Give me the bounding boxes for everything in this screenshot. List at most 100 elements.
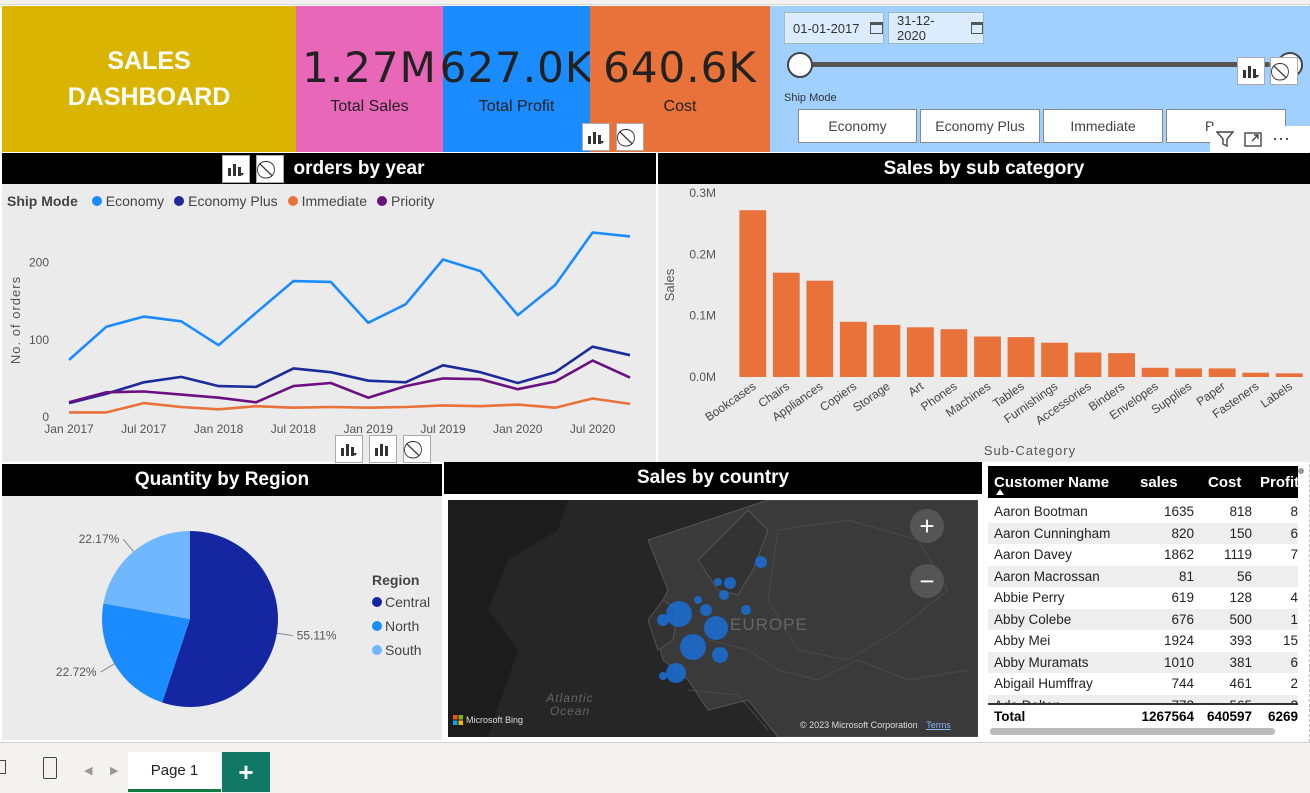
cell-profit: 15 bbox=[1282, 633, 1298, 649]
bar-machines bbox=[974, 336, 1001, 377]
total-profit-card[interactable]: 627.0K Total Profit bbox=[440, 6, 592, 152]
more-options-icon[interactable]: ⋯ bbox=[1272, 129, 1291, 150]
calendar-icon[interactable] bbox=[970, 22, 983, 34]
date-slider-start-handle[interactable] bbox=[787, 52, 813, 78]
map-bubble bbox=[659, 672, 667, 680]
table-body: Aaron Bootman 1635 818 8 Aaron Cunningham 820… bbox=[988, 501, 1298, 716]
sales-map[interactable]: EUROPE Atlantic Ocean + − Microsoft Bing… bbox=[448, 500, 978, 737]
ship-mode-immediate[interactable]: Immediate bbox=[1043, 109, 1163, 143]
sort-ascending-icon[interactable] bbox=[996, 489, 1004, 495]
header-sales[interactable]: sales bbox=[1136, 474, 1200, 491]
x-tick-label: Bookcases bbox=[702, 379, 758, 424]
terms-link[interactable]: Terms bbox=[926, 720, 951, 730]
map-bubble bbox=[704, 616, 728, 640]
ship-mode-slicer-title: Ship Mode bbox=[784, 92, 837, 104]
drill-icon[interactable] bbox=[222, 155, 250, 183]
next-page-icon[interactable]: ▶ bbox=[110, 764, 118, 777]
drill-icon[interactable] bbox=[1237, 57, 1265, 85]
cell-customer-name: Aaron Macrossan bbox=[994, 568, 1100, 584]
x-tick-label: Copiers bbox=[817, 379, 859, 414]
legend-item-south[interactable]: South bbox=[372, 642, 430, 658]
ship-mode-economy[interactable]: Economy bbox=[798, 109, 917, 143]
cell-cost: 56 bbox=[1236, 568, 1252, 584]
legend-item-north[interactable]: North bbox=[372, 618, 430, 634]
table-row[interactable]: Abby Muramats 1010 381 6 bbox=[988, 651, 1298, 673]
calendar-icon[interactable] bbox=[869, 22, 883, 34]
cell-cost: 128 bbox=[1229, 590, 1252, 606]
x-tick-label: Jan 2019 bbox=[344, 422, 394, 436]
cell-sales: 820 bbox=[1171, 525, 1194, 541]
mobile-view-icon[interactable] bbox=[43, 757, 57, 779]
total-sales-value: 1.27M bbox=[302, 42, 437, 92]
map-bubble bbox=[680, 634, 706, 660]
prev-page-icon[interactable]: ◀ bbox=[84, 764, 92, 777]
cell-profit: 1 bbox=[1290, 611, 1298, 627]
cell-cost: 818 bbox=[1229, 504, 1252, 520]
y-tick-label: 200 bbox=[29, 256, 49, 270]
table-row[interactable]: Abbie Perry 619 128 4 bbox=[988, 587, 1298, 609]
filter-icon[interactable] bbox=[1216, 130, 1234, 148]
cell-profit: 6 bbox=[1290, 525, 1298, 541]
zoom-out-button[interactable]: − bbox=[910, 564, 944, 598]
date-slider-track[interactable] bbox=[800, 62, 1270, 67]
end-date-input[interactable]: 31-12-2020 bbox=[888, 12, 984, 44]
map-ocean-label: Atlantic Ocean bbox=[546, 691, 594, 718]
table-row[interactable]: Aaron Bootman 1635 818 8 bbox=[988, 501, 1298, 523]
table-row[interactable]: Abby Mei 1924 393 15 bbox=[988, 630, 1298, 652]
legend-north-label: North bbox=[385, 618, 420, 634]
total-sales-card[interactable]: 1.27M Total Sales bbox=[296, 6, 443, 152]
legend-dot-south bbox=[372, 645, 382, 655]
zoom-in-button[interactable]: + bbox=[910, 509, 944, 543]
cell-sales: 1635 bbox=[1163, 504, 1194, 520]
ship-mode-economy-plus[interactable]: Economy Plus bbox=[920, 109, 1040, 143]
table-row[interactable]: Aaron Macrossan 81 56 bbox=[988, 565, 1298, 587]
pie-leader-line bbox=[100, 663, 115, 673]
table-vertical-scrollbar[interactable] bbox=[1298, 468, 1304, 474]
bar-furnishings bbox=[1041, 342, 1068, 377]
map-bubble bbox=[724, 577, 736, 589]
x-axis-label: Sub-Category bbox=[984, 443, 1076, 458]
table-row[interactable]: Aaron Davey 1862 1119 7 bbox=[988, 544, 1298, 566]
header-customer-name[interactable]: Customer Name bbox=[988, 474, 1136, 491]
drill-icon[interactable] bbox=[582, 123, 610, 151]
pie-leader-line bbox=[276, 632, 293, 637]
x-tick-label: Jul 2020 bbox=[570, 422, 616, 436]
no-filter-icon[interactable]: ⃠ bbox=[256, 155, 284, 183]
table-row[interactable]: Abigail Humffray 744 461 2 bbox=[988, 673, 1298, 695]
no-filter-icon[interactable]: ⃠ bbox=[616, 123, 644, 151]
y-tick-label: 0.2M bbox=[689, 247, 716, 261]
cell-customer-name: Aaron Bootman bbox=[994, 504, 1088, 520]
total-cost: 640597 bbox=[1206, 708, 1252, 724]
map-bubble bbox=[700, 604, 712, 616]
map-bubble bbox=[666, 601, 692, 627]
legend-item-central[interactable]: Central bbox=[372, 594, 430, 610]
sales-by-subcategory-title: Sales by sub category bbox=[883, 157, 1085, 179]
cell-customer-name: Abbie Perry bbox=[994, 590, 1065, 606]
map-bubble bbox=[741, 605, 751, 615]
series-line-economy-plus bbox=[68, 345, 631, 405]
map-bubble bbox=[755, 556, 767, 568]
table-row[interactable]: Abby Colebe 676 500 1 bbox=[988, 608, 1298, 630]
no-filter-icon[interactable]: ⃠ bbox=[1270, 57, 1298, 85]
page-1-tab[interactable]: Page 1 bbox=[128, 752, 221, 792]
desktop-view-icon[interactable] bbox=[0, 760, 6, 774]
header-profit[interactable]: Profit bbox=[1258, 474, 1298, 491]
table-row[interactable]: Aaron Cunningham 820 150 6 bbox=[988, 522, 1298, 544]
y-axis-label: No. of orders bbox=[8, 276, 23, 364]
drill-icon[interactable] bbox=[335, 435, 363, 463]
bar-bookcases bbox=[739, 210, 767, 377]
table-horizontal-scrollbar[interactable] bbox=[990, 728, 1275, 735]
bar-supplies bbox=[1175, 368, 1202, 377]
cell-sales: 1010 bbox=[1163, 654, 1194, 670]
visual-header-icons: ⋯ bbox=[1210, 126, 1310, 152]
bar-copiers bbox=[839, 321, 867, 377]
no-filter-icon[interactable]: ⃠ bbox=[403, 435, 431, 463]
focus-mode-icon[interactable] bbox=[1244, 130, 1262, 148]
header-cost[interactable]: Cost bbox=[1200, 474, 1258, 491]
column-chart-icon[interactable] bbox=[369, 435, 397, 463]
sales-by-country-header: Sales by country bbox=[444, 462, 982, 494]
start-date-input[interactable]: 01-01-2017 bbox=[784, 12, 884, 44]
x-tick-label: Jul 2018 bbox=[271, 422, 317, 436]
table-header: Customer Name sales Cost Profit bbox=[988, 466, 1298, 498]
add-page-button[interactable]: + bbox=[222, 752, 270, 792]
